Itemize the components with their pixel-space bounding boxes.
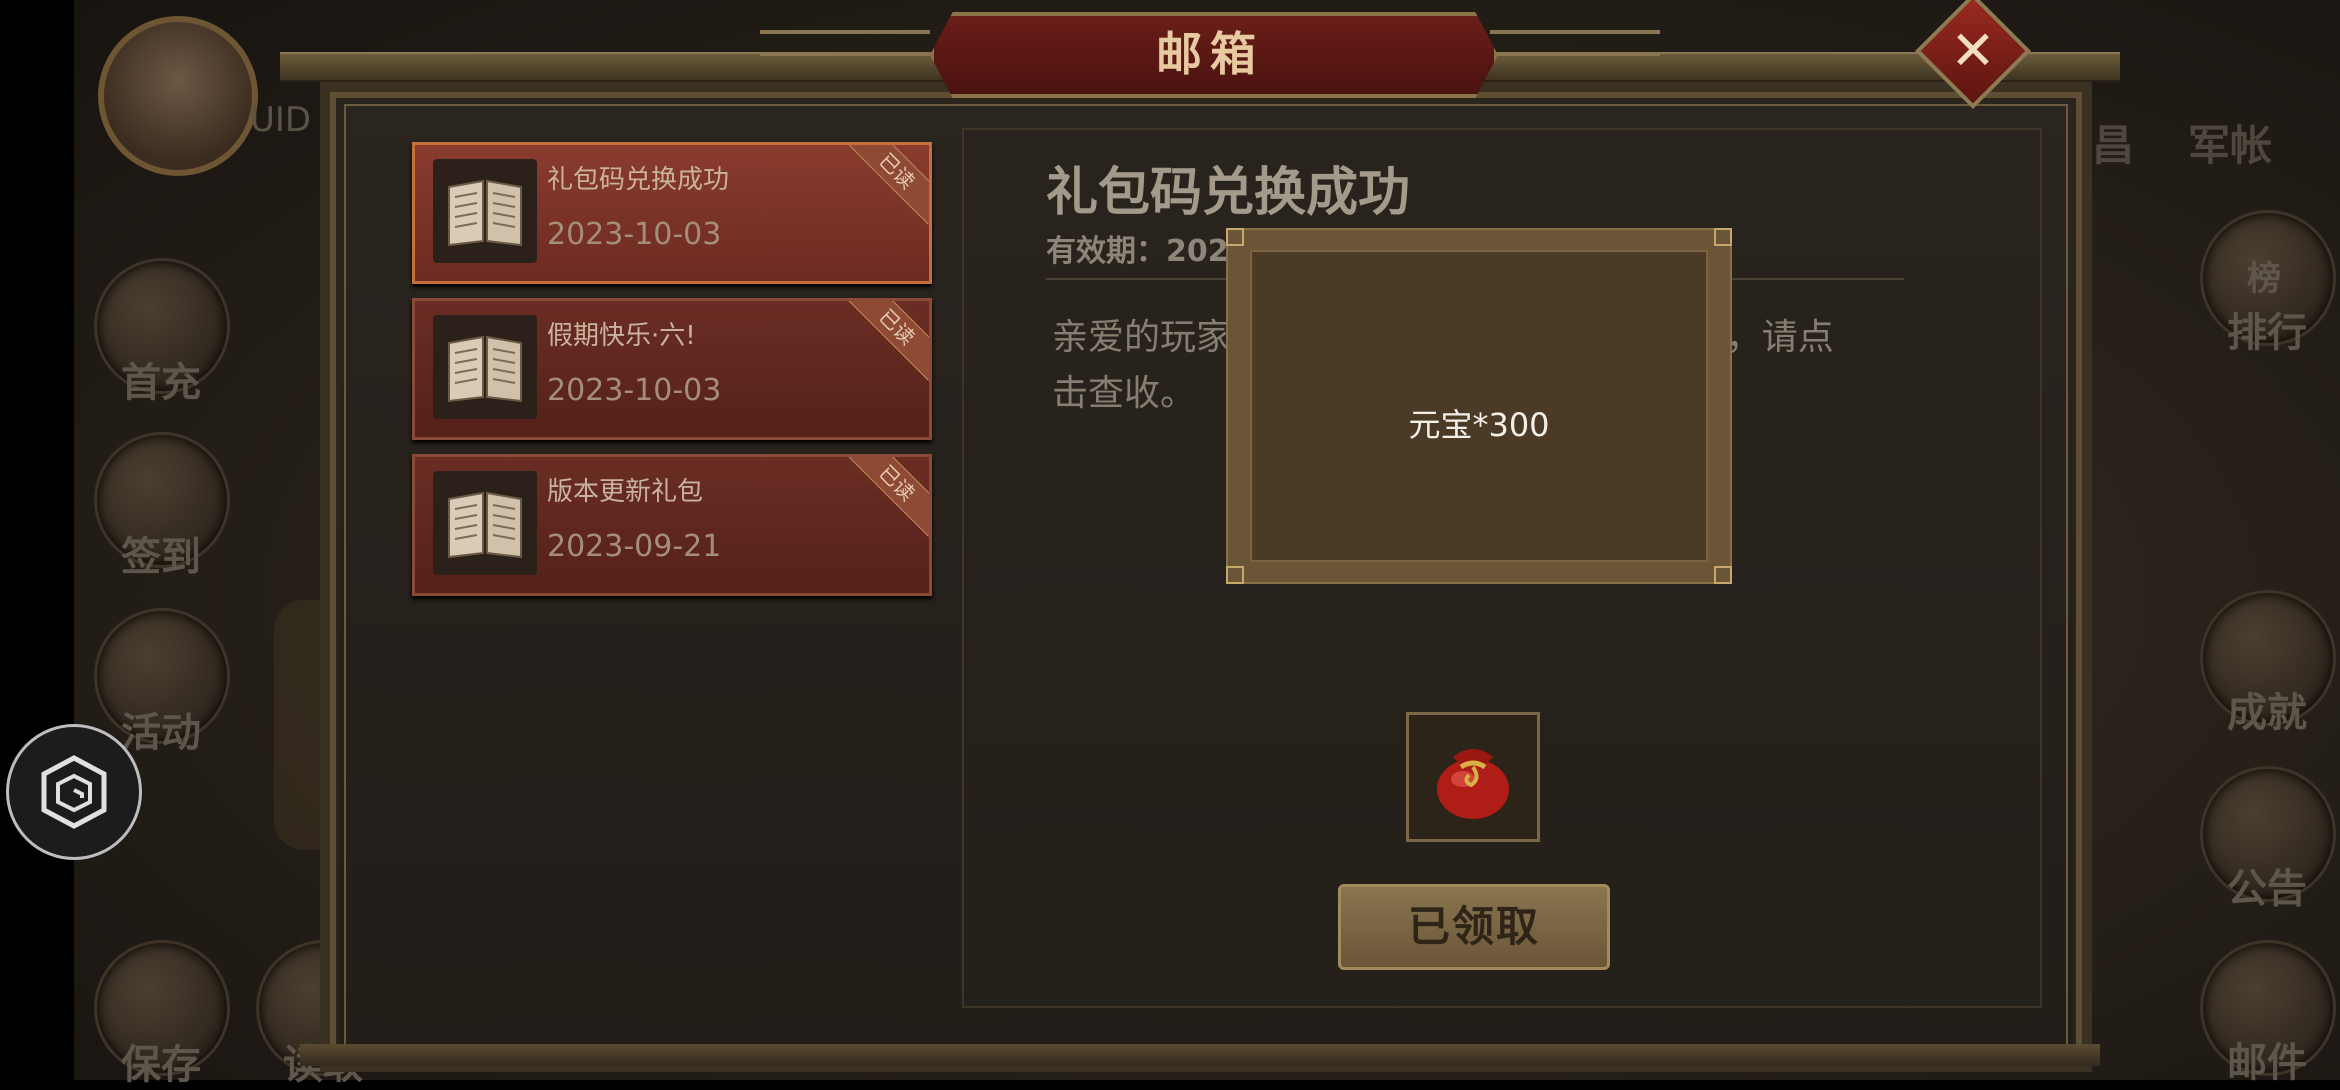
tooltip-corner	[1714, 566, 1732, 584]
first-recharge-label: 首充	[121, 359, 201, 406]
tooltip-corner	[1714, 228, 1732, 246]
item-tooltip: 元宝*300	[1226, 228, 1732, 584]
mail-title: 礼包码兑换成功	[547, 165, 730, 195]
window-title: 邮箱	[1156, 27, 1264, 81]
claimed-button[interactable]: 已领取	[1338, 884, 1610, 970]
open-book-icon	[433, 159, 537, 263]
tooltip-text: 元宝*300	[1408, 406, 1550, 444]
rail-ornament-right	[1490, 30, 1660, 56]
rank-badge-icon: 榜	[2247, 259, 2281, 299]
tab-army-tent[interactable]: 军帐	[2188, 112, 2272, 173]
read-status-badge: 已读	[843, 457, 929, 537]
mail-date: 2023-10-03	[547, 217, 722, 252]
mail-date: 2023-09-21	[547, 529, 722, 564]
mail-title: 版本更新礼包	[547, 477, 704, 507]
mail-validity: 有效期：202	[1046, 234, 1229, 269]
mail-item[interactable]: 礼包码兑换成功 2023-10-03 已读	[412, 142, 932, 284]
mail-date: 2023-10-03	[547, 373, 722, 408]
window-bottom-rail	[300, 1044, 2100, 1066]
sign-in-label: 签到	[121, 533, 201, 580]
open-book-icon	[433, 315, 537, 419]
mail-label: 邮件	[2227, 1039, 2307, 1086]
read-status-badge: 已读	[843, 301, 929, 381]
floating-assistant-icon[interactable]	[6, 724, 142, 860]
announcement-label: 公告	[2227, 865, 2307, 912]
mail-item[interactable]: 假期快乐·六! 2023-10-03 已读	[412, 298, 932, 440]
tooltip-corner	[1226, 228, 1244, 246]
tooltip-corner	[1226, 566, 1244, 584]
save-label: 保存	[121, 1041, 201, 1088]
mail-title: 假期快乐·六!	[547, 321, 696, 351]
red-pouch-icon	[1437, 749, 1509, 819]
achievements-label: 成就	[2227, 689, 2307, 736]
open-book-icon	[433, 471, 537, 575]
attachment-slot[interactable]	[1406, 712, 1540, 842]
player-avatar[interactable]	[98, 16, 258, 176]
ranking-label: 排行	[2227, 309, 2307, 356]
rail-ornament-left	[760, 30, 930, 56]
mail-item[interactable]: 版本更新礼包 2023-09-21 已读	[412, 454, 932, 596]
read-status-badge: 已读	[843, 145, 929, 225]
close-icon: ✕	[1950, 18, 1996, 82]
player-uid-label: UID	[250, 100, 312, 140]
claimed-button-label: 已领取	[1407, 902, 1540, 951]
mail-heading: 礼包码兑换成功	[1046, 162, 1411, 223]
